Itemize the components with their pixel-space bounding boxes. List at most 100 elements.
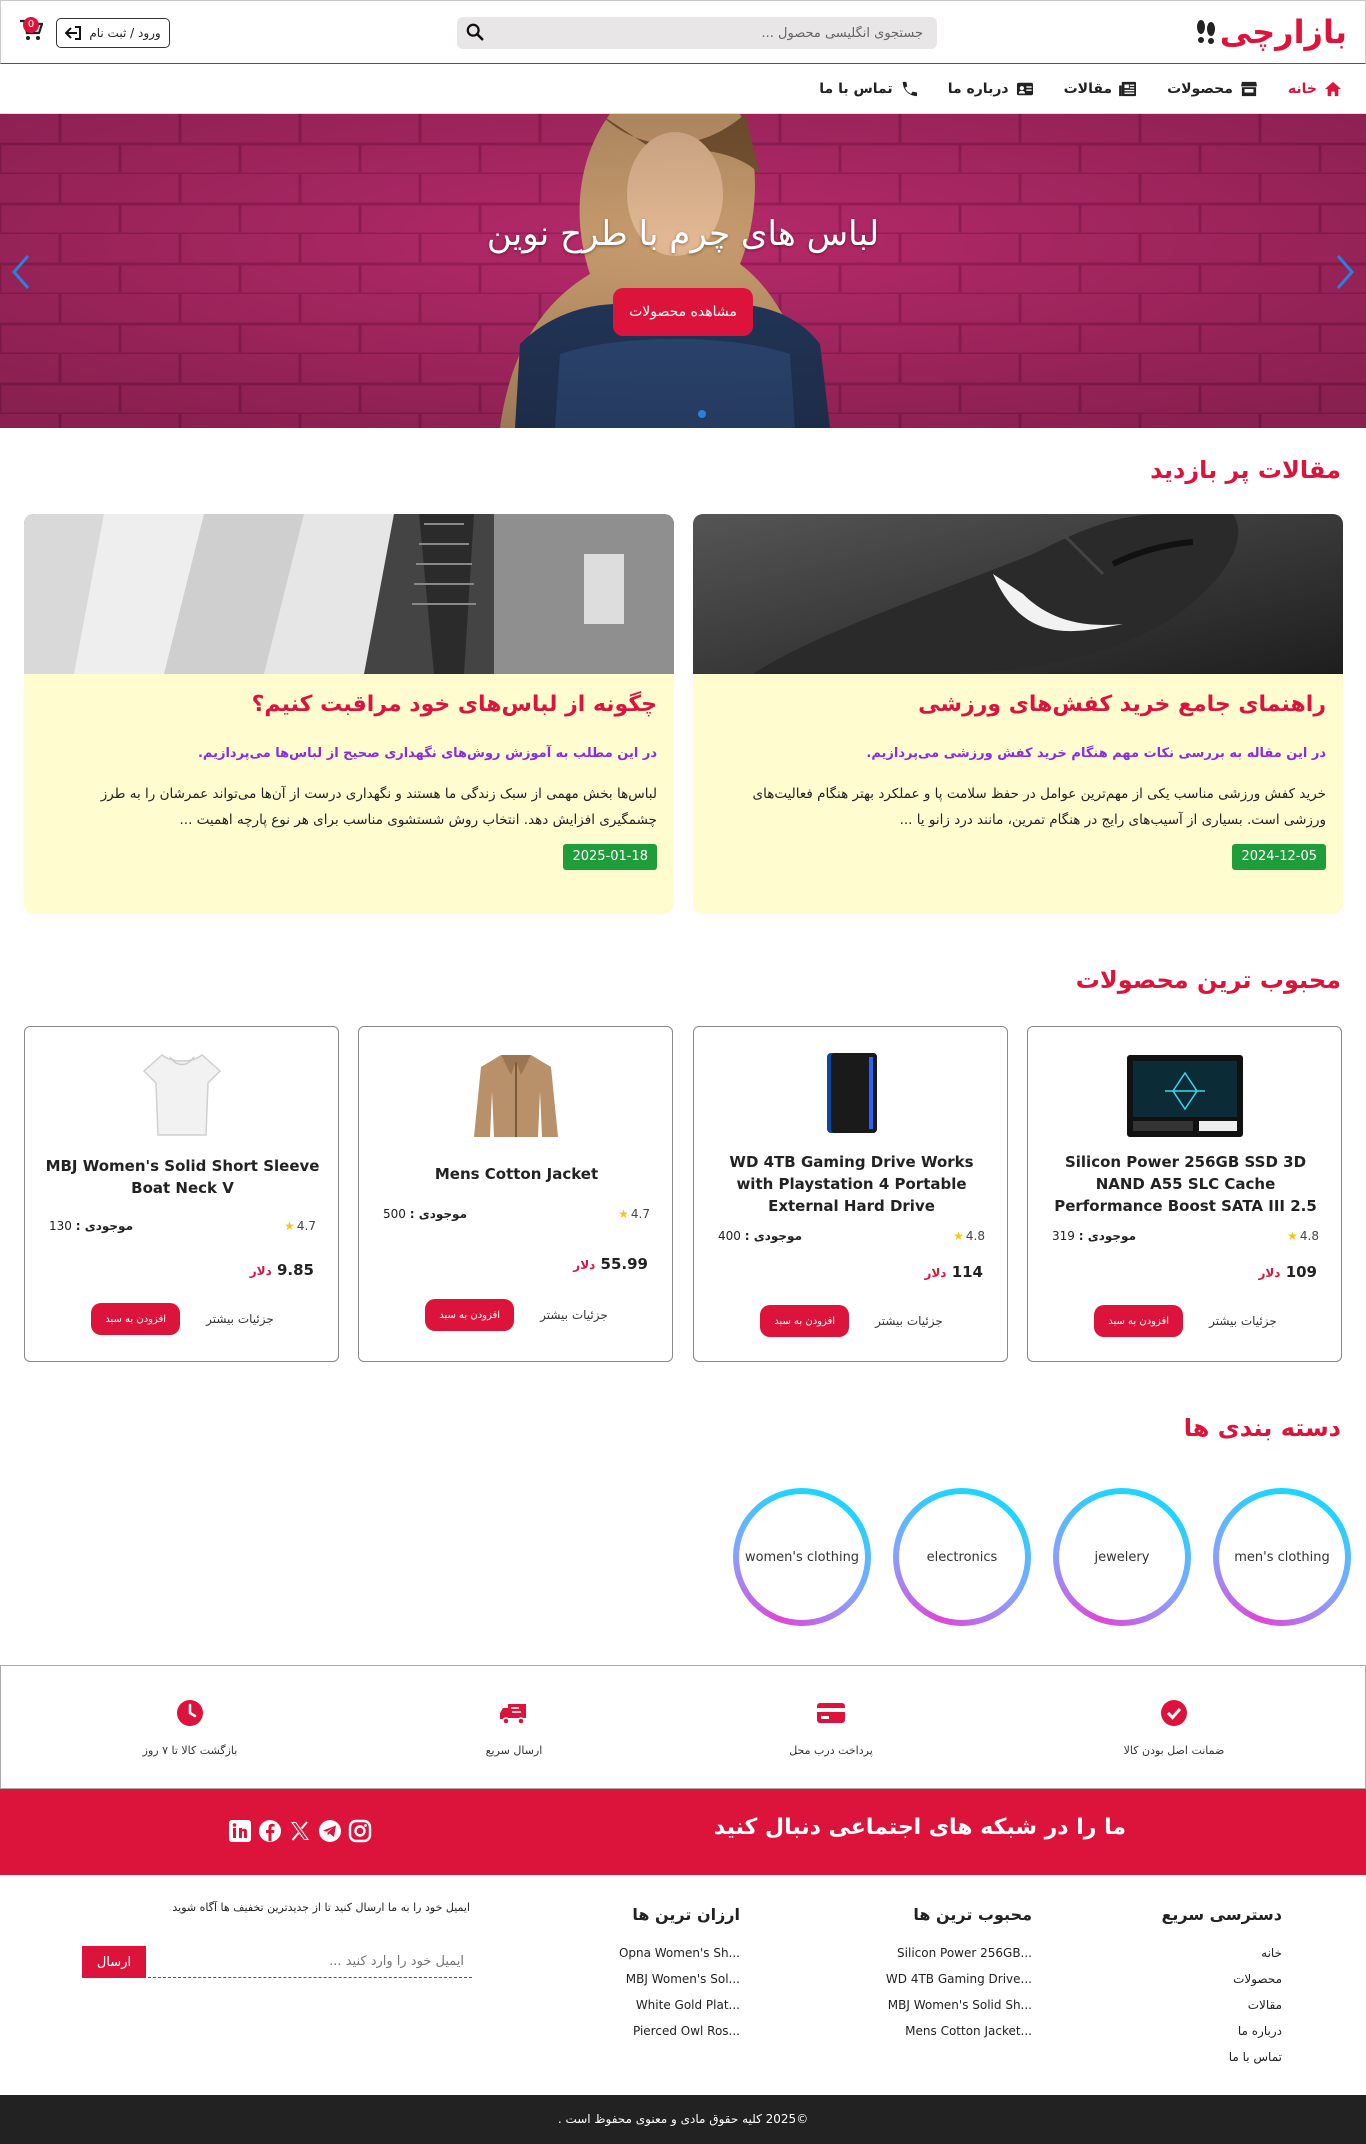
chevron-left-icon — [12, 255, 30, 289]
search-input[interactable] — [523, 17, 923, 49]
footer-column-title: دسترسی سریع — [1161, 1905, 1282, 1924]
product-stock: موجودی : 130 — [49, 1219, 133, 1233]
nav-item-home[interactable]: خانه — [1288, 81, 1342, 97]
article-subtitle: در این مقاله به بررسی نکات مهم هنگام خری… — [866, 746, 1326, 761]
footer-link[interactable]: محصولات — [1161, 1966, 1282, 1992]
product-details-button[interactable]: جزئیات بیشتر — [540, 1308, 608, 1322]
product-stock: موجودی : 400 — [718, 1229, 802, 1243]
chevron-right-icon — [1336, 255, 1354, 289]
product-details-button[interactable]: جزئیات بیشتر — [875, 1314, 943, 1328]
add-to-cart-button[interactable]: افزودن به سبد — [760, 1305, 850, 1337]
footer-link[interactable]: مقالات — [1161, 1992, 1282, 2018]
nav-label: خانه — [1287, 81, 1317, 97]
product-card[interactable]: Mens Cotton Jacket ★ 4.7 موجودی : 500 55.… — [358, 1026, 673, 1362]
feature-label: ضمانت اصل بودن کالا — [1123, 1744, 1225, 1757]
footer-link[interactable]: Silicon Power 256GB... — [886, 1940, 1032, 1966]
newsletter-text: ایمیل خود را به ما ارسال کنید تا از جدید… — [172, 1901, 470, 1914]
product-stock: موجودی : 500 — [383, 1207, 467, 1221]
newspaper-icon — [1119, 81, 1137, 97]
article-title[interactable]: راهنمای جامع خرید کفش‌های ورزشی — [710, 692, 1326, 717]
footer-link[interactable]: MBJ Women's Solid Sh... — [886, 1992, 1032, 2018]
footer-link[interactable]: MBJ Women's Sol... — [619, 1966, 740, 1992]
product-details-button[interactable]: جزئیات بیشتر — [206, 1312, 274, 1326]
home-icon — [1325, 81, 1341, 97]
footer-link[interactable]: درباره ما — [1161, 2018, 1282, 2044]
star-icon: ★ — [618, 1207, 629, 1221]
ssd-image — [1126, 1055, 1243, 1137]
features-bar: ضمانت اصل بودن کالا پرداخت درب محل ارسال… — [0, 1665, 1366, 1789]
category-jewelery[interactable]: jewelery — [1053, 1488, 1191, 1626]
category-electronics[interactable]: electronics — [893, 1488, 1031, 1626]
product-card[interactable]: WD 4TB Gaming Drive Works with Playstati… — [693, 1026, 1008, 1362]
footer-link[interactable]: Opna Women's Sh... — [619, 1940, 740, 1966]
hero-background-image — [0, 114, 1366, 428]
category-mens-clothing[interactable]: men's clothing — [1213, 1488, 1351, 1626]
facebook-icon[interactable] — [258, 1819, 282, 1843]
search-icon — [466, 23, 484, 41]
shirts-image — [24, 514, 674, 674]
newsletter-submit-button[interactable]: ارسال — [82, 1946, 146, 1978]
site-logo[interactable]: بازارچی — [1195, 14, 1347, 50]
product-actions: جزئیات بیشتر افزودن به سبد — [359, 1299, 674, 1331]
products-section-title: محبوب ترین محصولات — [1075, 966, 1341, 994]
slider-next-button[interactable] — [1330, 254, 1360, 294]
product-name[interactable]: MBJ Women's Solid Short Sleeve Boat Neck… — [45, 1155, 320, 1199]
instagram-icon[interactable] — [348, 1819, 372, 1843]
product-name[interactable]: WD 4TB Gaming Drive Works with Playstati… — [714, 1151, 989, 1217]
article-card[interactable]: راهنمای جامع خرید کفش‌های ورزشی در این م… — [693, 514, 1343, 914]
product-meta: ★ 4.8 موجودی : 400 — [718, 1229, 985, 1243]
add-to-cart-button[interactable]: افزودن به سبد — [1094, 1305, 1184, 1337]
id-card-icon — [1016, 82, 1033, 96]
slider-dot-active[interactable] — [698, 410, 706, 418]
footer-link[interactable]: تماس با ما — [1161, 2044, 1282, 2070]
x-icon[interactable] — [288, 1819, 312, 1843]
add-to-cart-button[interactable]: افزودن به سبد — [425, 1299, 515, 1331]
star-icon: ★ — [1287, 1229, 1298, 1243]
currency-label: دلار — [924, 1266, 947, 1280]
login-register-button[interactable]: ورود / ثبت نام — [56, 18, 170, 48]
product-card[interactable]: MBJ Women's Solid Short Sleeve Boat Neck… — [24, 1026, 339, 1362]
article-card[interactable]: چگونه از لباس‌های خود مراقبت کنیم؟ در ای… — [24, 514, 674, 914]
footer-link[interactable]: خانه — [1161, 1940, 1282, 1966]
footer-link[interactable]: White Gold Plat... — [619, 1992, 740, 2018]
stock-value: 319 — [1052, 1229, 1075, 1243]
nav-item-contact[interactable]: تماس با ما — [819, 81, 917, 97]
product-meta: ★ 4.8 موجودی : 319 — [1052, 1229, 1319, 1243]
product-name[interactable]: Mens Cotton Jacket — [379, 1163, 654, 1185]
slider-prev-button[interactable] — [6, 254, 36, 294]
product-name[interactable]: Silicon Power 256GB SSD 3D NAND A55 SLC … — [1048, 1151, 1323, 1217]
article-title[interactable]: چگونه از لباس‌های خود مراقبت کنیم؟ — [41, 692, 657, 717]
linkedin-icon[interactable] — [228, 1819, 252, 1843]
view-products-button[interactable]: مشاهده محصولات — [613, 288, 753, 336]
add-to-cart-button[interactable]: افزودن به سبد — [91, 1303, 181, 1335]
article-excerpt: خرید کفش ورزشی مناسب یکی از مهم‌ترین عوا… — [752, 786, 1326, 828]
social-follow-text: ما را در شبکه های اجتماعی دنبال کنید — [713, 1815, 1126, 1840]
product-price: 109 دلار — [1258, 1263, 1317, 1281]
feature-7-day-return: بازگشت کالا تا ۷ روز — [90, 1698, 290, 1757]
footer-link[interactable]: Pierced Owl Ros... — [619, 2018, 740, 2044]
category-label: women's clothing — [739, 1494, 865, 1620]
newsletter-email-input[interactable] — [148, 1946, 472, 1978]
footer-link[interactable]: WD 4TB Gaming Drive... — [886, 1966, 1032, 1992]
feature-label: بازگشت کالا تا ۷ روز — [142, 1744, 238, 1757]
feature-label: ارسال سریع — [485, 1744, 543, 1757]
nav-item-about[interactable]: درباره ما — [948, 81, 1034, 97]
footer-link[interactable]: Mens Cotton Jacket... — [886, 2018, 1032, 2044]
logo-mark-icon — [1196, 20, 1215, 44]
copyright-bar: ©2025 کلیه حقوق مادی و معنوی محفوظ است . — [0, 2095, 1366, 2144]
search-button[interactable] — [465, 23, 485, 43]
price-value: 114 — [951, 1263, 983, 1281]
product-details-button[interactable]: جزئیات بیشتر — [1209, 1314, 1277, 1328]
telegram-icon[interactable] — [318, 1819, 342, 1843]
footer-link-list: Silicon Power 256GB... WD 4TB Gaming Dri… — [886, 1940, 1032, 2044]
nav-item-products[interactable]: محصولات — [1167, 81, 1258, 97]
product-card[interactable]: Silicon Power 256GB SSD 3D NAND A55 SLC … — [1027, 1026, 1342, 1362]
category-womens-clothing[interactable]: women's clothing — [733, 1488, 871, 1626]
price-value: 9.85 — [276, 1261, 314, 1279]
stock-label: موجودی : — [1078, 1229, 1136, 1243]
check-circle-icon — [1161, 1700, 1187, 1726]
nav-item-articles[interactable]: مقالات — [1064, 81, 1138, 97]
feature-cash-on-delivery: پرداخت درب محل — [731, 1698, 931, 1757]
product-rating: ★ 4.7 — [618, 1207, 650, 1221]
main-nav: خانه محصولات مقالات درباره ما تماس با ما — [0, 64, 1366, 114]
